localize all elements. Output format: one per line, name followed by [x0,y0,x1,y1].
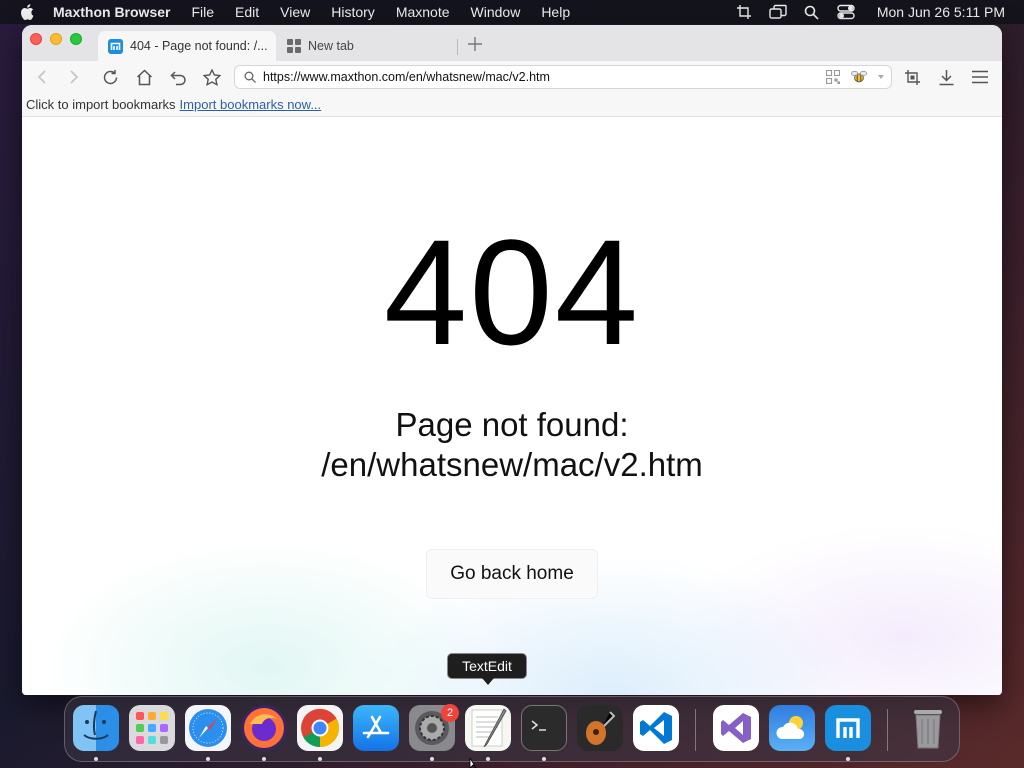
menu-bar: Maxthon Browser File Edit View History M… [0,0,1024,24]
dock [64,696,960,762]
vscode-icon[interactable] [633,705,679,751]
menu-hamburger-icon[interactable] [970,67,990,87]
running-indicator [318,757,322,761]
running-indicator [262,757,266,761]
home-icon[interactable] [134,67,154,87]
menu-history[interactable]: History [331,4,375,20]
trash-icon[interactable] [905,705,951,751]
ad-block-bee-icon[interactable] [851,69,867,85]
screen-mirroring-icon[interactable] [769,3,787,21]
safari-icon[interactable] [185,705,231,751]
running-indicator [486,757,490,761]
visual-studio-icon[interactable] [713,705,759,751]
tab-divider [457,39,458,55]
maximize-window-button[interactable] [70,33,82,45]
go-back-home-button[interactable]: Go back home [426,549,598,599]
spotlight-search-icon[interactable] [803,3,821,21]
running-indicator [206,757,210,761]
dock-tooltip: TextEdit [447,653,527,685]
terminal-icon[interactable] [521,705,567,751]
bookmark-bar: Click to import bookmarks Import bookmar… [22,93,1002,117]
control-center-icon[interactable] [837,3,855,21]
favorite-star-icon[interactable] [202,67,222,87]
apple-menu-icon[interactable] [19,4,35,20]
menubar-clock[interactable]: Mon Jun 26 5:11 PM [877,4,1005,20]
menu-view[interactable]: View [280,4,310,20]
tab-title: 404 - Page not found: /... [130,39,268,53]
search-icon [243,70,257,84]
menu-file[interactable]: File [191,4,214,20]
launchpad-icon[interactable] [129,705,175,751]
running-indicator [94,757,98,761]
menu-maxnote[interactable]: Maxnote [396,4,450,20]
crop-icon[interactable] [735,3,753,21]
qr-code-icon[interactable] [825,69,841,85]
tab-title: New tab [308,39,354,53]
maxthon-icon[interactable] [825,705,871,751]
error-message-line1: Page not found: [395,406,629,443]
error-message-path: /en/whatsnew/mac/v2.htm [321,446,703,483]
screenshot-icon[interactable] [902,67,922,87]
grid-icon [286,39,301,54]
tab-active[interactable]: 404 - Page not found: /... [98,31,276,61]
tab-strip: 404 - Page not found: /... New tab [22,25,1002,61]
mouse-cursor-icon [469,758,477,768]
back-arrow-icon[interactable] [32,67,52,87]
chrome-icon[interactable] [297,705,343,751]
dropdown-arrow-icon[interactable] [877,69,885,85]
close-window-button[interactable] [30,33,42,45]
menu-edit[interactable]: Edit [235,4,259,20]
undo-close-icon[interactable] [168,67,188,87]
page-content: 404 Page not found: /en/whatsnew/mac/v2.… [22,117,1002,695]
weather-icon[interactable] [769,705,815,751]
textedit-icon[interactable] [465,705,511,751]
url-text[interactable]: https://www.maxthon.com/en/whatsnew/mac/… [263,70,825,84]
maxthon-favicon-icon [108,38,123,54]
tab-new[interactable]: New tab [284,31,454,61]
running-indicator [846,757,850,761]
running-indicator [430,757,434,761]
download-icon[interactable] [936,67,956,87]
notification-badge: 2 [441,704,459,722]
address-bar[interactable]: https://www.maxthon.com/en/whatsnew/mac/… [234,65,892,89]
reload-icon[interactable] [100,67,120,87]
navigation-toolbar: https://www.maxthon.com/en/whatsnew/mac/… [22,61,1002,93]
minimize-window-button[interactable] [50,33,62,45]
menu-app-name[interactable]: Maxthon Browser [53,4,170,20]
dock-divider [887,709,888,751]
dock-divider [695,709,696,751]
menu-help[interactable]: Help [541,4,570,20]
error-message: Page not found: /en/whatsnew/mac/v2.htm [22,405,1002,485]
finder-icon[interactable] [73,705,119,751]
forward-arrow-icon[interactable] [64,67,84,87]
garageband-icon[interactable] [577,705,623,751]
new-tab-button[interactable] [465,34,485,54]
error-code: 404 [383,208,641,376]
app-store-icon[interactable] [353,705,399,751]
firefox-icon[interactable] [241,705,287,751]
menu-window[interactable]: Window [471,4,521,20]
window-controls [30,33,82,45]
running-indicator [542,757,546,761]
import-bookmarks-link[interactable]: Import bookmarks now... [180,97,322,112]
import-bookmarks-prompt: Click to import bookmarks [26,97,176,112]
browser-window: 404 - Page not found: /... New tab https… [22,25,1002,695]
